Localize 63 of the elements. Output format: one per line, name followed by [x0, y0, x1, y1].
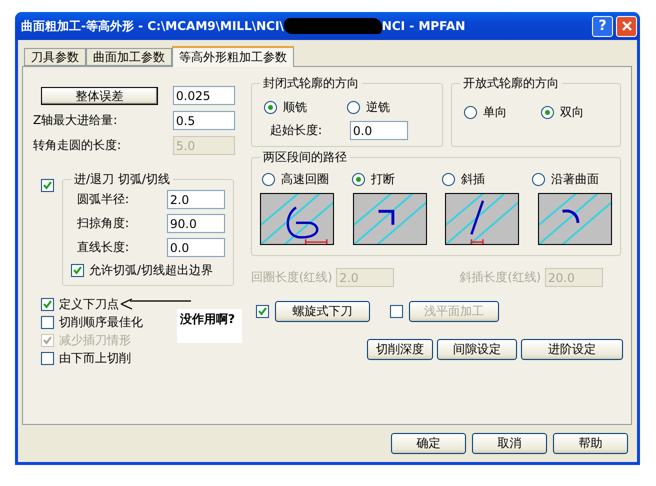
helix-button[interactable]: 螺旋式下刀 — [275, 301, 370, 322]
window-title: 曲面粗加工-等高外形 - C:\MCAM9\MILL\NCI\ — [21, 18, 284, 34]
radio-button[interactable] — [541, 106, 554, 119]
radio-button[interactable] — [347, 101, 360, 114]
field-label: 扫掠角度: — [77, 215, 130, 232]
field-label: 转角走圆的长度: — [33, 137, 122, 154]
close-icon — [620, 20, 632, 32]
radio-button[interactable] — [532, 173, 545, 186]
tab[interactable]: 刀具参数 — [24, 48, 86, 66]
dialog-button[interactable]: 帮助 — [553, 433, 628, 454]
tab[interactable]: 曲面加工参数 — [86, 48, 172, 66]
checkbox[interactable] — [71, 264, 84, 276]
tab[interactable]: 等高外形粗加工参数 — [172, 46, 294, 67]
radio-label: 沿著曲面 — [551, 171, 599, 188]
radio-label: 逆铣 — [366, 99, 390, 116]
input-field[interactable]: 0.5 — [173, 111, 235, 130]
dialog-button[interactable]: 确定 — [391, 433, 466, 454]
dialog-button[interactable]: 取消 — [472, 433, 547, 454]
radio-label: 斜插 — [461, 171, 485, 188]
checkbox-label: 减少插刀情形 — [59, 332, 131, 348]
radio-button[interactable] — [262, 173, 275, 186]
checkbox[interactable] — [41, 352, 54, 364]
group-title: 两区段间的路径 — [262, 149, 348, 166]
close-button[interactable] — [616, 16, 637, 36]
input-field[interactable]: 2.0 — [167, 190, 225, 209]
annotation-arrow — [120, 298, 192, 310]
group-title: 进/退刀 切弧/切线 — [73, 171, 171, 188]
help-button[interactable]: ? — [592, 16, 613, 36]
checkbox[interactable] — [41, 316, 54, 328]
radio-button[interactable] — [442, 173, 455, 186]
checkbox[interactable] — [41, 179, 54, 192]
field-label: 圆弧半径: — [77, 191, 130, 208]
dialog-button[interactable]: 间隙设定 — [437, 339, 517, 360]
group-title: 开放式轮廓的方向 — [462, 75, 560, 92]
input-field[interactable]: 0.0 — [167, 238, 225, 257]
radio-label: 高速回圈 — [281, 171, 329, 188]
radio-button[interactable] — [464, 106, 477, 119]
annotation-note: 没作用啊? — [177, 309, 242, 343]
radio-label: 顺铣 — [283, 99, 307, 116]
checkbox-label: 切削顺序最佳化 — [59, 314, 143, 330]
checkbox[interactable] — [256, 305, 269, 318]
checkbox[interactable] — [41, 298, 54, 310]
input-field[interactable]: 0.025 — [173, 86, 235, 105]
radio-button[interactable] — [264, 101, 277, 114]
checkbox-label: 定义下刀点 — [59, 296, 119, 312]
tolerance-button[interactable]: 整体误差 — [41, 86, 158, 104]
checkbox-label: 允许切弧/切线超出边界 — [89, 262, 214, 278]
radio-label: 打断 — [371, 171, 395, 188]
window-title: NCI - MPFAN — [382, 19, 466, 33]
field-label: 回圈长度(红线) — [251, 269, 332, 286]
radio-label: 双向 — [560, 104, 584, 121]
field-label: 斜插长度(红线) — [460, 269, 541, 286]
input-field[interactable]: 0.0 — [350, 121, 408, 140]
field-label: Z轴最大进给量: — [33, 112, 118, 129]
dialog-button[interactable]: 切削深度 — [367, 339, 433, 360]
field-label: 直线长度: — [77, 239, 130, 256]
input-field[interactable]: 90.0 — [167, 214, 225, 233]
checkbox-label: 由下而上切削 — [59, 350, 131, 366]
radio-button[interactable] — [352, 173, 365, 186]
group-title: 封闭式轮廓的方向 — [262, 75, 360, 92]
field-label: 起始长度: — [270, 122, 322, 139]
dialog-button[interactable]: 进阶设定 — [521, 339, 623, 360]
radio-label: 单向 — [483, 104, 507, 121]
